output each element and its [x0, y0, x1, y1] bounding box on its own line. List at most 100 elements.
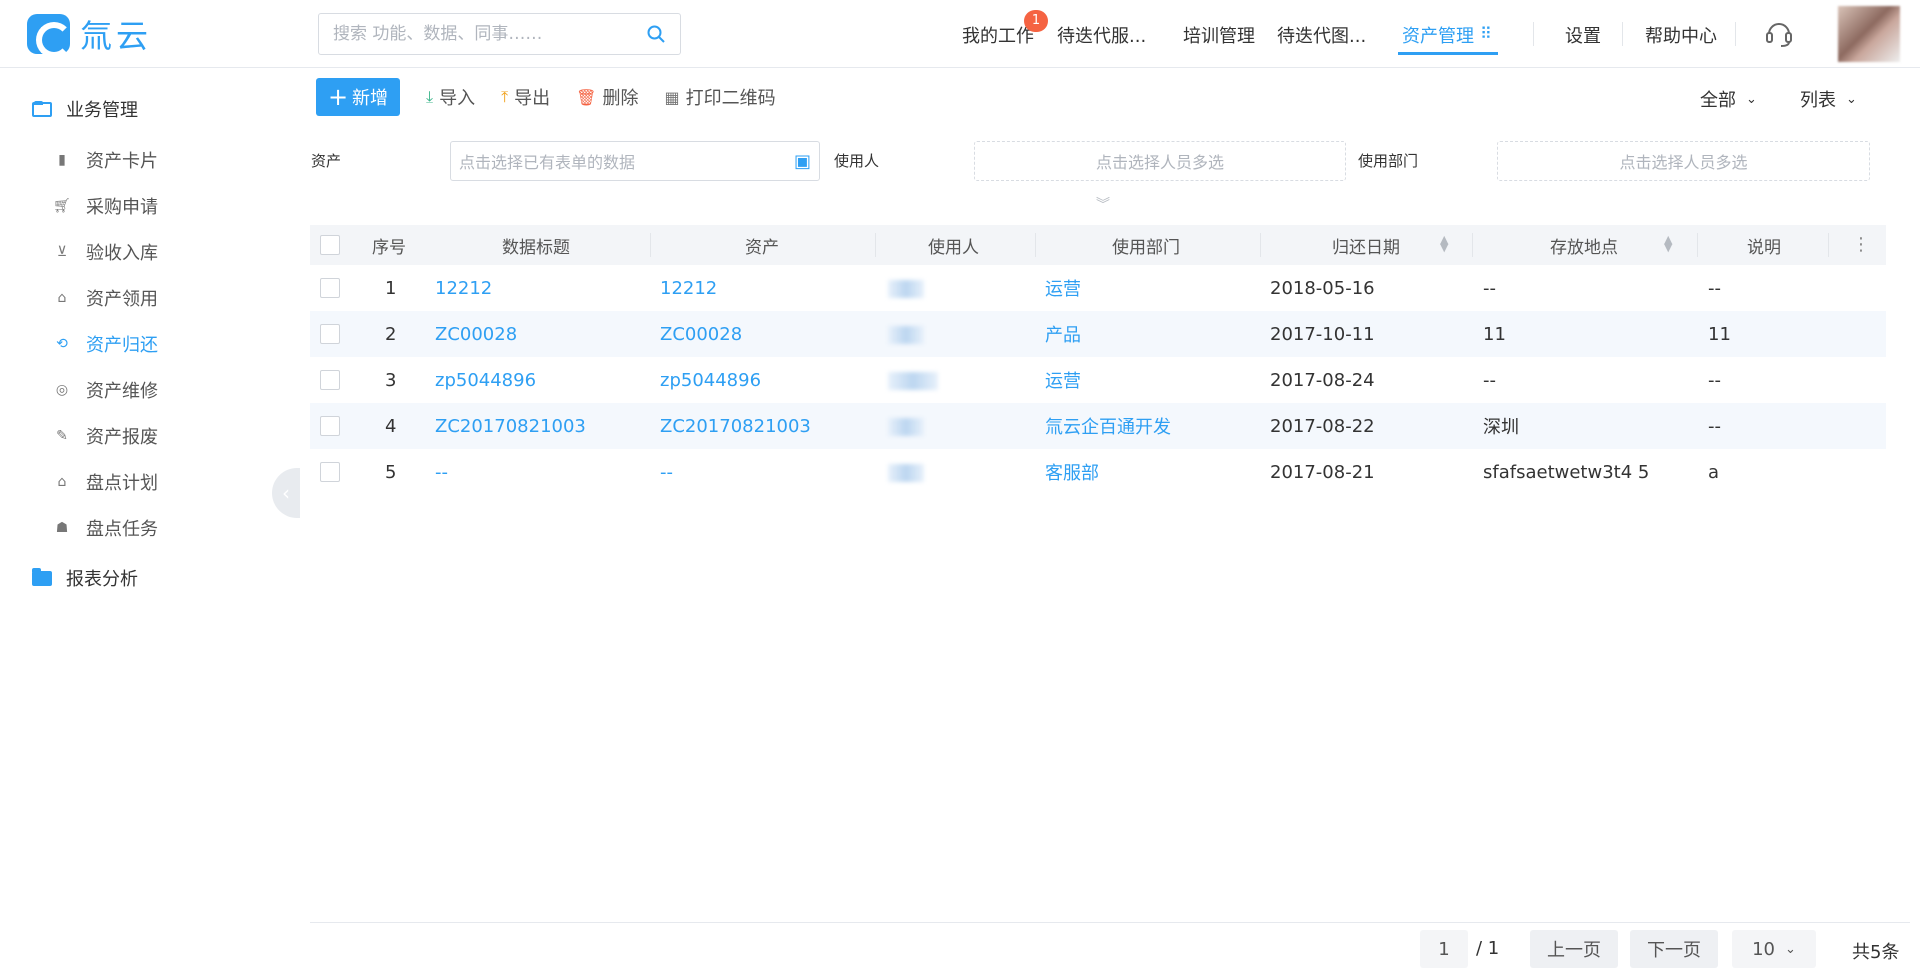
- sidebar-item-purchase[interactable]: 🛒︎ 采购申请: [53, 193, 158, 219]
- expand-filters-icon[interactable]: ︾: [1096, 194, 1110, 214]
- cell-location: 11: [1483, 323, 1506, 345]
- cell-user-avatar[interactable]: [888, 370, 938, 391]
- cell-user-avatar[interactable]: [888, 278, 924, 299]
- cell-department[interactable]: 运营: [1045, 275, 1081, 301]
- cell-asset[interactable]: --: [660, 462, 673, 483]
- page-size-select[interactable]: 10 ⌄: [1732, 930, 1816, 968]
- cell-department[interactable]: 产品: [1045, 321, 1081, 347]
- header-title[interactable]: 数据标题: [502, 233, 570, 258]
- nav-pending-chart[interactable]: 待迭代图...: [1277, 22, 1366, 48]
- row-checkbox[interactable]: [320, 370, 340, 390]
- form-select-icon[interactable]: ▣: [794, 151, 811, 172]
- scope-dropdown[interactable]: 全部 ⌄: [1700, 86, 1757, 112]
- sort-icon[interactable]: ▲ ▼: [1440, 234, 1448, 253]
- sidebar-item-scrap[interactable]: ✎ 资产报废: [54, 423, 158, 449]
- nav-divider: [1622, 22, 1623, 46]
- cell-title[interactable]: --: [435, 462, 448, 483]
- table-row[interactable]: 3 zp5044896 zp5044896 运营 2017-08-24 -- -…: [310, 357, 1886, 403]
- nav-training[interactable]: 培训管理: [1183, 22, 1255, 48]
- dept-filter-picker[interactable]: 点击选择人员多选: [1497, 141, 1870, 181]
- cell-asset[interactable]: ZC20170821003: [660, 416, 811, 437]
- header-user[interactable]: 使用人: [928, 233, 979, 258]
- sidebar-item-label: 盘点计划: [86, 473, 158, 494]
- cell-title[interactable]: ZC00028: [435, 324, 517, 345]
- cell-user-avatar[interactable]: [888, 462, 924, 483]
- nav-my-work[interactable]: 我的工作: [962, 22, 1034, 48]
- cell-asset[interactable]: 12212: [660, 278, 717, 299]
- prev-page-button[interactable]: 上一页: [1530, 930, 1618, 968]
- sidebar-group-business[interactable]: 业务管理: [32, 96, 138, 122]
- view-dropdown[interactable]: 列表 ⌄: [1800, 86, 1857, 112]
- sidebar-item-inventory-task[interactable]: ☗ 盘点任务: [54, 515, 158, 541]
- column-divider[interactable]: [1260, 233, 1261, 257]
- sidebar-item-label: 盘点任务: [86, 519, 158, 540]
- column-divider[interactable]: [1035, 233, 1036, 257]
- select-all-checkbox[interactable]: [320, 235, 340, 255]
- column-divider[interactable]: [875, 233, 876, 257]
- cell-asset[interactable]: zp5044896: [660, 370, 761, 391]
- next-page-button[interactable]: 下一页: [1630, 930, 1718, 968]
- cell-title[interactable]: zp5044896: [435, 370, 536, 391]
- nav-settings[interactable]: 设置: [1565, 22, 1601, 48]
- sidebar-item-repair[interactable]: ◎ 资产维修: [54, 377, 158, 403]
- nav-divider: [1533, 22, 1534, 46]
- avatar[interactable]: [1838, 6, 1900, 62]
- dept-filter-placeholder: 点击选择人员多选: [1619, 153, 1748, 172]
- headset-icon[interactable]: [1765, 18, 1793, 48]
- logo-icon: [27, 14, 72, 58]
- header-return-date[interactable]: 归还日期: [1332, 233, 1400, 258]
- print-qr-button[interactable]: ▦ 打印二维码: [664, 84, 775, 110]
- row-checkbox[interactable]: [320, 324, 340, 344]
- cell-user-avatar[interactable]: [888, 324, 924, 345]
- cell-title[interactable]: 12212: [435, 278, 492, 299]
- nav-pending-service[interactable]: 待迭代服...: [1057, 22, 1146, 48]
- user-filter-picker[interactable]: 点击选择人员多选: [974, 141, 1346, 181]
- add-button[interactable]: + 新增: [316, 78, 400, 116]
- search-icon[interactable]: [646, 24, 666, 44]
- search-input[interactable]: [333, 24, 646, 44]
- column-divider[interactable]: [1472, 233, 1473, 257]
- nav-asset-management[interactable]: 资产管理: [1402, 22, 1474, 48]
- import-label: 导入: [439, 88, 476, 109]
- table-row[interactable]: 1 12212 12212 运营 2018-05-16 -- --: [310, 265, 1886, 311]
- sidebar-item-acceptance[interactable]: ⊻ 验收入库: [54, 239, 158, 265]
- table-row[interactable]: 2 ZC00028 ZC00028 产品 2017-10-11 11 11: [310, 311, 1886, 357]
- cell-user-avatar[interactable]: [888, 416, 924, 437]
- header-department[interactable]: 使用部门: [1112, 233, 1180, 258]
- column-settings-icon[interactable]: ⋮: [1852, 236, 1870, 254]
- export-button[interactable]: ⤒ 导出: [501, 84, 550, 110]
- sidebar-group-reports[interactable]: 报表分析: [32, 565, 138, 591]
- global-search[interactable]: [318, 13, 681, 55]
- sidebar-item-inventory-plan[interactable]: ⌂ 盘点计划: [54, 469, 158, 495]
- sidebar-item-asset-card[interactable]: ▮ 资产卡片: [54, 147, 158, 173]
- sort-icon[interactable]: ▲ ▼: [1664, 234, 1672, 253]
- app-logo[interactable]: 氚云: [27, 14, 152, 58]
- table-row[interactable]: 4 ZC20170821003 ZC20170821003 氚云企百通开发 20…: [310, 403, 1886, 449]
- column-divider[interactable]: [650, 233, 651, 257]
- cell-department[interactable]: 客服部: [1045, 459, 1099, 485]
- page-number-input[interactable]: 1: [1420, 930, 1468, 968]
- column-divider[interactable]: [1828, 233, 1829, 257]
- delete-button[interactable]: 🗑︎ 删除: [576, 84, 638, 110]
- row-checkbox[interactable]: [320, 462, 340, 482]
- cell-title[interactable]: ZC20170821003: [435, 416, 586, 437]
- asset-filter-input[interactable]: 点击选择已有表单的数据 ▣: [450, 141, 820, 181]
- header-note[interactable]: 说明: [1747, 233, 1781, 258]
- cell-asset[interactable]: ZC00028: [660, 324, 742, 345]
- table-row[interactable]: 5 -- -- 客服部 2017-08-21 sfafsaetwetw3t4 5…: [310, 449, 1886, 495]
- row-checkbox[interactable]: [320, 416, 340, 436]
- cell-department[interactable]: 运营: [1045, 367, 1081, 393]
- import-button[interactable]: ⤓ 导入: [426, 84, 475, 110]
- sidebar-group-label: 业务管理: [66, 100, 138, 121]
- header-location[interactable]: 存放地点: [1550, 233, 1618, 258]
- sidebar: 业务管理 ▮ 资产卡片 🛒︎ 采购申请 ⊻ 验收入库 ⌂ 资产领用 ⟲ 资产归还…: [0, 68, 290, 974]
- column-divider[interactable]: [1697, 233, 1698, 257]
- cell-department[interactable]: 氚云企百通开发: [1045, 413, 1171, 439]
- grid-menu-icon[interactable]: ⠿: [1480, 24, 1492, 43]
- header-asset[interactable]: 资产: [745, 233, 779, 258]
- sidebar-item-return[interactable]: ⟲ 资产归还: [54, 331, 158, 357]
- sidebar-item-requisition[interactable]: ⌂ 资产领用: [54, 285, 158, 311]
- row-checkbox[interactable]: [320, 278, 340, 298]
- sidebar-item-label: 资产维修: [86, 381, 158, 402]
- nav-help-center[interactable]: 帮助中心: [1645, 22, 1717, 48]
